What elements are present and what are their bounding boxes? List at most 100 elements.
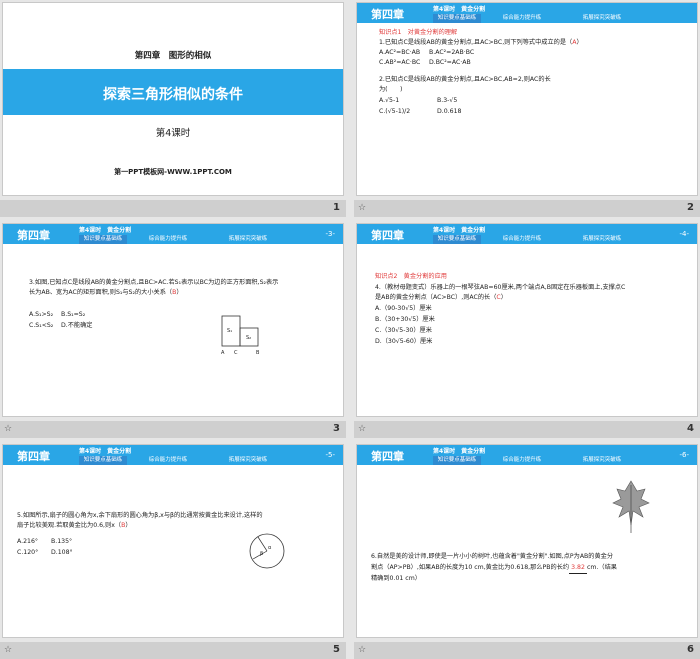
tab-explore: 拓展探究突破练: [582, 15, 622, 21]
fan-figure: α β: [249, 533, 285, 569]
tab-explore: 拓展探究突破练: [582, 236, 622, 242]
slide-canvas: 第四章 第4课时 黄金分割 知识要点基础练 综合能力提升练 拓展探究突破练 -3…: [2, 223, 344, 417]
label-beta: β: [260, 551, 263, 557]
slide-header: 第四章 第4课时 黄金分割 知识要点基础练 综合能力提升练 拓展探究突破练 -6…: [357, 445, 697, 465]
slide-header: 第四章 第4课时 黄金分割 知识要点基础练 综合能力提升练 拓展探究突破练: [357, 3, 697, 23]
header-chapter: 第四章: [371, 8, 404, 21]
option-b: B.135°: [51, 538, 73, 545]
lesson-label: 第4课时: [155, 128, 191, 139]
option-a: A.√5-1: [379, 97, 400, 104]
thumb-bar: ☆ 5: [0, 642, 346, 659]
option-b: B.3-√5: [437, 97, 458, 104]
question-2: 2.已知点C是线段AB的黄金分割点,且AC>BC,AB=2,则AC的长: [379, 76, 551, 83]
option-d: D.（30√5-60）厘米: [375, 338, 433, 345]
tab-basic: 知识要点基础练: [79, 456, 127, 465]
option-c: C.（30√5-30）厘米: [375, 327, 432, 334]
slide-canvas: 第四章 图形的相似 探索三角形相似的条件 第4课时 第一PPT模板网-WWW.1…: [2, 2, 344, 196]
tab-improve: 综合能力提升练: [502, 457, 542, 463]
thumb-bar: ☆ 2: [354, 200, 700, 217]
slide-number: 2: [687, 202, 694, 213]
tab-basic: 知识要点基础练: [433, 235, 481, 244]
header-chapter: 第四章: [17, 450, 50, 463]
label-alpha: α: [268, 545, 272, 551]
slide-thumb-2[interactable]: 第四章 第4课时 黄金分割 知识要点基础练 综合能力提升练 拓展探究突破练 知识…: [354, 0, 700, 217]
slide-thumb-6[interactable]: 第四章 第4课时 黄金分割 知识要点基础练 综合能力提升练 拓展探究突破练 -6…: [354, 442, 700, 659]
slide-number: 6: [687, 644, 694, 655]
question-4: 4.（教材母题变式）乐器上的一根琴弦AB=60厘米,两个端点A,B固定在乐器板面…: [375, 284, 626, 291]
option-d: D.0.618: [437, 108, 462, 115]
header-sub: 第4课时 黄金分割: [79, 448, 132, 455]
option-b: B.AC²=2AB·BC: [429, 49, 475, 56]
option-a: A.S₁>S₂: [29, 311, 54, 318]
slide-canvas: 第四章 第4课时 黄金分割 知识要点基础练 综合能力提升练 拓展探究突破练 -6…: [356, 444, 698, 638]
slide-number: 1: [333, 202, 340, 213]
option-d: D.不能确定: [61, 322, 93, 329]
slide-canvas: 第四章 第4课时 黄金分割 知识要点基础练 综合能力提升练 拓展探究突破练 -4…: [356, 223, 698, 417]
site-footer: 第一PPT模板网-WWW.1PPT.COM: [114, 168, 232, 176]
question-6-line2: 割点（AP>PB）,如果AB的长度为10 cm,黄金比为0.618,那么PB的长…: [371, 563, 617, 574]
option-c: C.AB²=AC·BC: [379, 59, 421, 66]
tab-improve: 综合能力提升练: [502, 15, 542, 21]
slide-canvas: 第四章 第4课时 黄金分割 知识要点基础练 综合能力提升练 拓展探究突破练 -5…: [2, 444, 344, 638]
tab-improve: 综合能力提升练: [148, 457, 188, 463]
header-sub: 第4课时 黄金分割: [433, 6, 486, 13]
option-c: C.120°: [17, 549, 39, 556]
label-s2: S₂: [246, 335, 251, 341]
knowledge-point: 知识点2 黄金分割的应用: [375, 273, 447, 280]
thumb-bar: 1: [0, 200, 346, 217]
tab-explore: 拓展探究突破练: [582, 457, 622, 463]
page-indicator: -3-: [325, 230, 335, 238]
option-d: D.108°: [51, 549, 73, 556]
option-b: B.（30+30√5）厘米: [375, 316, 435, 323]
animation-star-icon: ☆: [358, 424, 367, 434]
option-c: C.S₁<S₂: [29, 322, 54, 329]
chapter-heading: 第四章 图形的相似: [134, 51, 212, 61]
slide-header: 第四章 第4课时 黄金分割 知识要点基础练 综合能力提升练 拓展探究突破练 -5…: [3, 445, 343, 465]
slide-thumb-5[interactable]: 第四章 第4课时 黄金分割 知识要点基础练 综合能力提升练 拓展探究突破练 -5…: [0, 442, 346, 659]
thumb-bar: ☆ 4: [354, 421, 700, 438]
animation-star-icon: ☆: [358, 203, 367, 213]
slide-thumb-1[interactable]: 第四章 图形的相似 探索三角形相似的条件 第4课时 第一PPT模板网-WWW.1…: [0, 0, 346, 217]
slide-number: 4: [687, 423, 694, 434]
thumb-bar: ☆ 3: [0, 421, 346, 438]
tab-improve: 综合能力提升练: [502, 236, 542, 242]
animation-star-icon: ☆: [4, 645, 13, 655]
slide-canvas: 第四章 第4课时 黄金分割 知识要点基础练 综合能力提升练 拓展探究突破练 知识…: [356, 2, 698, 196]
tab-explore: 拓展探究突破练: [228, 236, 268, 242]
slide-number: 3: [333, 423, 340, 434]
question-3-line2: 长为AB、宽为AC的矩形面积,则S₁与S₂的大小关系（B）: [29, 289, 183, 296]
slide-title: 探索三角形相似的条件: [103, 87, 243, 103]
question-5: 5.如图所示,扇子的圆心角为x,余下扇形的圆心角为β,x与β的比通常按黄金比来设…: [17, 512, 263, 519]
question-2-line2: 为( ): [379, 86, 403, 93]
label-s1: S₁: [227, 328, 232, 334]
tab-basic: 知识要点基础练: [433, 456, 481, 465]
option-d: D.BC²=AC·AB: [429, 59, 471, 66]
question-6-line3: 精确到0.01 cm）: [371, 575, 421, 582]
header-sub: 第4课时 黄金分割: [79, 227, 132, 234]
question-3: 3.如图,已知点C是线段AB的黄金分割点,且BC>AC.若S₁表示以BC为边的正…: [29, 279, 279, 286]
squares-figure: S₁ S₂ A C B: [221, 315, 260, 356]
option-c: C.(√5-1)/2: [379, 108, 411, 115]
leaf-image: [612, 480, 650, 533]
page-indicator: -5-: [325, 451, 335, 459]
header-sub: 第4课时 黄金分割: [433, 227, 486, 234]
label-a: A: [221, 350, 225, 356]
slide-header: 第四章 第4课时 黄金分割 知识要点基础练 综合能力提升练 拓展探究突破练 -3…: [3, 224, 343, 244]
question-6: 6.自然是美的设计师,即使是一片小小的树叶,也蕴含着"黄金分割".如图,点P为A…: [371, 553, 614, 560]
option-a: A.AC²=BC·AB: [379, 49, 421, 56]
header-sub: 第4课时 黄金分割: [433, 448, 486, 455]
thumb-bar: ☆ 6: [354, 642, 700, 659]
knowledge-point: 知识点1 对黄金分割的理解: [379, 29, 458, 36]
slide-thumb-3[interactable]: 第四章 第4课时 黄金分割 知识要点基础练 综合能力提升练 拓展探究突破练 -3…: [0, 221, 346, 438]
page-indicator: -4-: [679, 230, 689, 238]
page-indicator: -6-: [679, 451, 689, 459]
tab-explore: 拓展探究突破练: [228, 457, 268, 463]
header-chapter: 第四章: [371, 229, 404, 242]
question-4-line2: 是AB的黄金分割点（AC>BC）,则AC的长（C）: [375, 294, 507, 301]
question-1: 1.已知点C是线段AB的黄金分割点,且AC>BC,则下列等式中成立的是（A）: [379, 39, 583, 46]
slide-number: 5: [333, 644, 340, 655]
option-a: A.（90-30√5）厘米: [375, 305, 432, 312]
tab-improve: 综合能力提升练: [148, 236, 188, 242]
slide-thumb-4[interactable]: 第四章 第4课时 黄金分割 知识要点基础练 综合能力提升练 拓展探究突破练 -4…: [354, 221, 700, 438]
label-c: C: [234, 350, 238, 356]
